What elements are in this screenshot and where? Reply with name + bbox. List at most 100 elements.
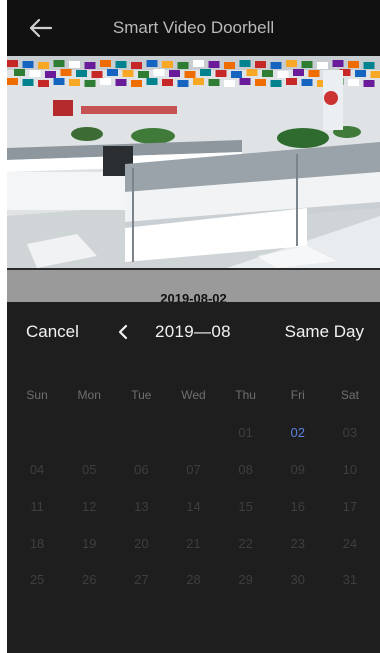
flag [224,80,235,87]
flag [193,78,204,85]
flag [91,71,103,78]
day-cell: 17 [342,499,358,514]
flag [348,61,359,68]
day-cell: 03 [342,425,358,440]
flag [22,61,34,68]
day-cell: 21 [186,536,201,551]
flag [200,69,211,76]
flag [38,62,49,69]
flag [262,70,273,77]
same-day-button[interactable]: Same Day [285,322,364,342]
date-picker-header: Cancel 2019—08 Same Day [7,302,380,364]
flag [208,61,220,68]
flag [169,70,180,77]
day-cell: 24 [342,536,358,551]
day-cell: 05 [81,462,97,477]
day-cell: 18 [29,536,45,551]
day-cell: 08 [238,462,253,477]
day-cell: 06 [134,462,149,477]
flag [177,62,189,69]
flag [363,62,375,69]
day-cell: 23 [290,536,305,551]
video-preview[interactable] [7,56,380,268]
flag [7,60,18,67]
flag [348,79,359,86]
day-cell: 04 [29,462,45,477]
flag [162,79,173,86]
weekday-label: Wed [181,388,206,402]
weekday-label: Sat [340,388,359,402]
flag [231,71,242,78]
day-cell: 10 [342,462,358,477]
flag [193,60,204,67]
weekday-label: Sun [26,388,48,402]
flag [215,70,227,77]
day-cell: 19 [81,536,97,551]
calendar-week-row: 25 26 27 28 29 30 31 [7,572,380,587]
chevron-left-icon[interactable] [115,320,131,344]
flag [355,70,366,77]
flag [286,78,297,85]
cancel-button[interactable]: Cancel [26,322,79,342]
day-cell-selected[interactable]: 02 [272,425,324,440]
flag [29,70,41,77]
flag [45,71,56,78]
date-picker: Cancel 2019—08 Same Day Sun Mon Tue Wed … [7,302,380,653]
flag [60,69,72,76]
flag [22,79,34,86]
day-cell: 27 [134,572,149,587]
flag [84,80,96,87]
flag [153,69,165,76]
flag [270,80,282,87]
flag [146,60,158,67]
flag [69,79,80,86]
day-cell: 14 [186,499,201,514]
day-cell: 13 [134,499,149,514]
flag [208,79,220,86]
page-title: Smart Video Doorbell [112,18,275,37]
flag [100,60,111,67]
flag [317,62,328,69]
flag [138,71,149,78]
day-cell: 25 [29,572,45,587]
day-cell: 26 [81,572,97,587]
flag [146,78,158,85]
flag [370,71,380,78]
day-cell: 28 [186,572,201,587]
day-cell: 22 [238,536,253,551]
day-cell: 15 [238,499,253,514]
flag [177,80,189,87]
flag [53,78,65,85]
top-bar: Smart Video Doorbell [7,0,380,56]
calendar-week-row: 18 19 20 21 22 23 24 [7,536,380,551]
flag [53,60,65,67]
flag [107,69,118,76]
day-cell: 20 [134,536,149,551]
weekday-label: Mon [77,388,101,402]
flag [255,61,266,68]
weekday-header: Sun Mon Tue Wed Thu Fri Sat [7,388,380,402]
flag [224,62,235,69]
calendar-week-row: 04 05 06 07 08 09 10 [7,462,380,477]
flag [131,62,142,69]
day-cell: 30 [290,572,305,587]
day-cell: 01 [238,425,253,440]
day-cell: 29 [238,572,253,587]
flag [162,61,173,68]
day-cell: 09 [290,462,305,477]
flag [363,80,375,87]
video-frame-image [7,56,380,268]
flag [239,60,251,67]
calendar-week-row: 11 12 13 14 15 16 17 [7,499,380,514]
flag [84,62,96,69]
flag [14,69,25,76]
day-cell: 31 [342,572,358,587]
app-frame: Smart Video Doorbell 2019-08-02 Cancel 2… [7,0,380,653]
day-cell: 11 [30,499,44,514]
day-cell: 12 [81,499,97,514]
day-cell: 16 [290,499,305,514]
flag [301,79,313,86]
calendar-week-row: 01 02 03 [7,425,380,440]
flag [277,71,289,78]
flag [293,69,304,76]
